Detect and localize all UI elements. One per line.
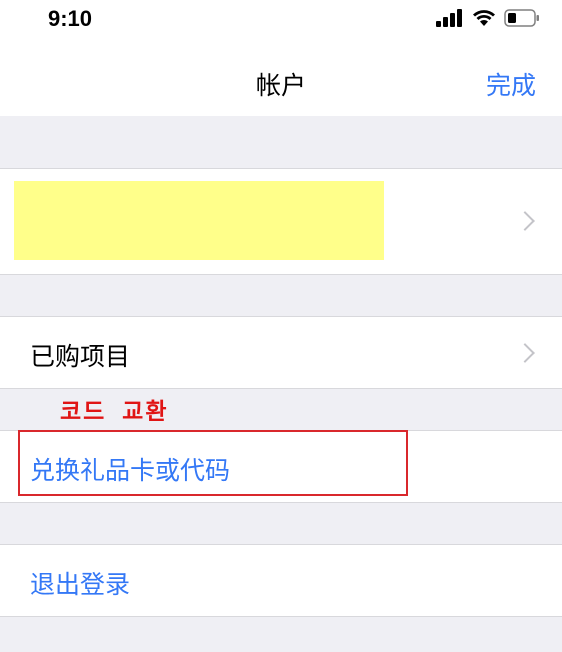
- signal-icon: [436, 9, 462, 27]
- purchased-items-label: 已购项目: [30, 342, 131, 371]
- status-icons: [436, 9, 540, 27]
- annotation-text: 코드 교환: [60, 399, 169, 425]
- redacted-account-highlight: [14, 181, 384, 260]
- sign-out-cell[interactable]: 退出登录: [0, 544, 562, 617]
- annotation-highlight-box: [18, 430, 408, 496]
- account-info-cell[interactable]: [0, 168, 562, 275]
- status-bar: 9:10: [0, 0, 562, 42]
- purchased-items-cell[interactable]: 已购项目: [0, 316, 562, 389]
- wifi-icon: [473, 10, 495, 26]
- sign-out-label: 退出登录: [30, 570, 131, 599]
- navigation-bar: 帐户 完成: [0, 42, 562, 116]
- chevron-right-icon: [515, 211, 535, 231]
- chevron-right-icon: [515, 343, 535, 363]
- page-title: 帐户: [255, 71, 306, 100]
- status-time: 9:10: [48, 6, 93, 31]
- battery-icon: [504, 9, 539, 27]
- done-button[interactable]: 完成: [486, 66, 536, 102]
